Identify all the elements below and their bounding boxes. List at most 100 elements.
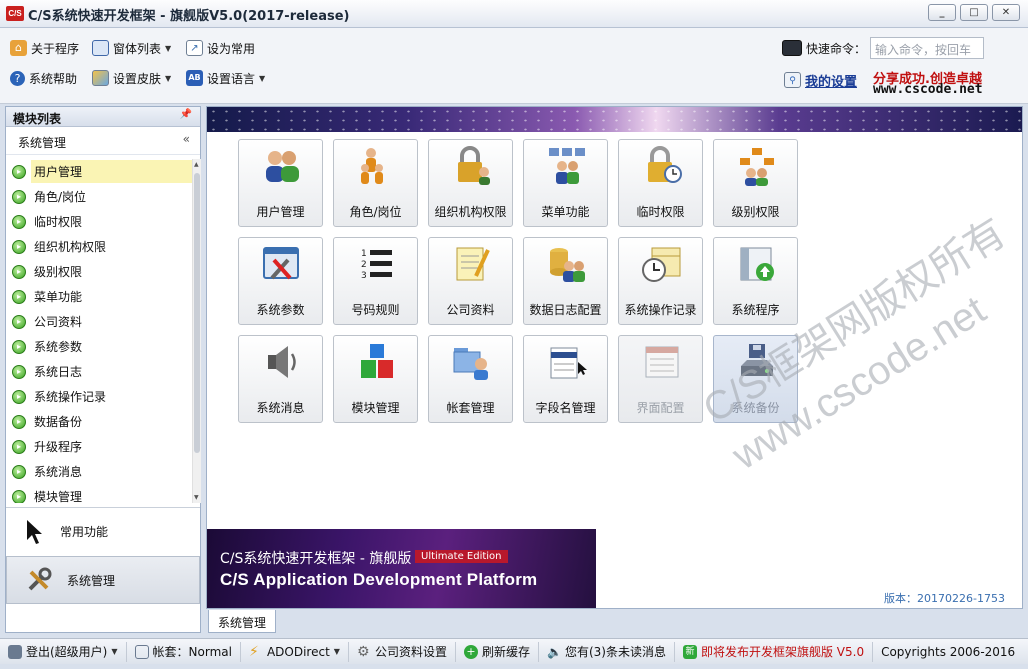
tile-org-permission[interactable]: 组织机构权限: [428, 139, 513, 227]
language-button[interactable]: AB 设置语言 ▼: [186, 68, 265, 88]
scroll-down-icon[interactable]: ▼: [194, 494, 199, 501]
header-banner-image: [207, 107, 1022, 132]
sidebar-list: ▸ 用户管理 ▸ 角色/岗位 ▸ 临时权限 ▸ 组织机构权限 ▸ 级别权限 ▸ 菜单功能 ▸…: [6, 159, 192, 503]
sidebar-item-backup[interactable]: ▸ 数据备份: [6, 409, 192, 434]
tile-label: 界面配置: [636, 401, 685, 415]
tile-role[interactable]: 角色/岗位: [333, 139, 418, 227]
tile-module-management[interactable]: 模块管理: [333, 335, 418, 423]
status-company-settings[interactable]: ⚙ 公司资料设置: [349, 641, 456, 662]
tile-label: 公司资料: [446, 303, 495, 317]
sidebar-item-modules[interactable]: ▸ 模块管理: [6, 484, 192, 503]
tile-menu[interactable]: 菜单功能: [523, 139, 608, 227]
close-button[interactable]: ✕: [992, 4, 1020, 21]
sidebar-item-label: 系统操作记录: [34, 390, 107, 404]
console-icon: [782, 40, 802, 56]
nav-system-management[interactable]: 系统管理: [6, 556, 200, 604]
sidebar-group[interactable]: 系统管理 «: [6, 127, 200, 155]
plus-icon: +: [463, 644, 478, 659]
sidebar-item-company[interactable]: ▸ 公司资料: [6, 309, 192, 334]
tile-user-management[interactable]: 用户管理: [238, 139, 323, 227]
status-company-label: 公司资料设置: [374, 645, 447, 659]
users-icon: [266, 151, 299, 182]
nav-common-functions[interactable]: 常用功能: [6, 507, 200, 555]
tile-label: 组织机构权限: [434, 205, 507, 219]
tile-label: 系统参数: [256, 303, 305, 317]
window-list-button[interactable]: 窗体列表 ▼: [92, 38, 171, 58]
tile-field-names[interactable]: 字段名管理: [523, 335, 608, 423]
arrow-right-icon: ▸: [12, 339, 26, 354]
help-icon: ?: [10, 70, 25, 86]
sidebar-item-upgrade[interactable]: ▸ 升级程序: [6, 434, 192, 459]
tile-operation-log[interactable]: 系统操作记录: [618, 237, 703, 325]
tile-company-info[interactable]: 公司资料: [428, 237, 513, 325]
skin-button[interactable]: 设置皮肤 ▼: [92, 68, 171, 88]
gear-icon: ⚙: [356, 643, 370, 660]
tile-data-log-config[interactable]: 数据日志配置: [523, 237, 608, 325]
arrow-right-icon: ▸: [12, 364, 26, 379]
quick-command: 快速命令： 输入命令，按回车: [782, 37, 985, 59]
quick-command-input[interactable]: 输入命令，按回车: [870, 37, 985, 59]
chevron-down-icon: ▼: [259, 73, 266, 83]
tile-level-permission[interactable]: 级别权限: [713, 139, 798, 227]
tile-label: 号码规则: [351, 303, 400, 317]
sidebar-scrollbar[interactable]: ▲ ▼: [192, 159, 201, 503]
toolbar: ⌂ 关于程序 窗体列表 ▼ ↗ 设为常用 ? 系统帮助 设置皮肤 ▼ AB 设置…: [0, 28, 1028, 104]
level-icon: [740, 148, 774, 186]
tab-system-management[interactable]: 系统管理: [208, 610, 277, 633]
sidebar-item-operation-log[interactable]: ▸ 系统操作记录: [6, 384, 192, 409]
product-banner: C/S系统快速开发框架 - 旗舰版 Ultimate Edition C/S A…: [207, 529, 596, 608]
pin-icon[interactable]: 📌: [180, 109, 192, 120]
sidebar-item-label: 升级程序: [34, 440, 83, 454]
sidebar-item-log[interactable]: ▸ 系统日志: [6, 359, 192, 384]
set-common-button[interactable]: ↗ 设为常用: [186, 38, 255, 58]
status-bar: 登出(超级用户) ▼ 帐套：Normal ⚡ ADODirect ▼ ⚙ 公司资…: [0, 638, 1028, 664]
tile-label: 系统消息: [256, 401, 305, 415]
tile-label: 字段名管理: [535, 401, 596, 415]
sidebar-item-temp-permission[interactable]: ▸ 临时权限: [6, 209, 192, 234]
status-logout[interactable]: 登出(超级用户) ▼: [0, 641, 127, 662]
tile-system-params[interactable]: 系统参数: [238, 237, 323, 325]
language-icon: AB: [186, 70, 203, 86]
nav-common-label: 常用功能: [60, 525, 109, 539]
sidebar-item-org-permission[interactable]: ▸ 组织机构权限: [6, 234, 192, 259]
quick-command-label: 快速命令：: [806, 41, 867, 56]
tile-label: 模块管理: [351, 401, 400, 415]
collapse-icon[interactable]: «: [183, 132, 190, 146]
tile-account-sets[interactable]: 帐套管理: [428, 335, 513, 423]
status-release-notice[interactable]: 新 即将发布开发框架旗舰版 V5.0: [675, 641, 874, 662]
banner-en-title: C/S Application Development Platform: [220, 570, 538, 589]
tile-system-program[interactable]: 系统程序: [713, 237, 798, 325]
sidebar-item-menu[interactable]: ▸ 菜单功能: [6, 284, 192, 309]
numbered-list-icon: 123: [361, 249, 392, 281]
arrow-right-icon: ▸: [12, 439, 26, 454]
arrow-right-icon: ▸: [12, 389, 26, 404]
tile-temp-permission[interactable]: 临时权限: [618, 139, 703, 227]
help-button[interactable]: ? 系统帮助: [10, 68, 77, 88]
svg-text:1: 1: [361, 249, 367, 259]
scroll-up-icon[interactable]: ▲: [194, 161, 199, 168]
tile-system-messages[interactable]: 系统消息: [238, 335, 323, 423]
tile-label: 用户管理: [256, 205, 305, 219]
calendar-clock-icon: [642, 247, 681, 282]
upgrade-icon: [740, 247, 774, 281]
sidebar-item-messages[interactable]: ▸ 系统消息: [6, 459, 192, 484]
sidebar-item-user-management[interactable]: ▸ 用户管理: [6, 159, 192, 184]
sidebar-item-role[interactable]: ▸ 角色/岗位: [6, 184, 192, 209]
scrollbar-thumb[interactable]: [194, 173, 200, 453]
tile-ui-config[interactable]: 界面配置: [618, 335, 703, 423]
maximize-button[interactable]: □: [960, 4, 988, 21]
notepad-icon: [456, 247, 490, 281]
status-copyright: Copyrights 2006-2016: [873, 642, 1023, 662]
sidebar-item-params[interactable]: ▸ 系统参数: [6, 334, 192, 359]
status-messages[interactable]: 🔈 您有(3)条未读消息: [539, 641, 675, 662]
my-settings-link[interactable]: ⚲ 我的设置: [784, 70, 857, 90]
minimize-button[interactable]: _: [928, 4, 956, 21]
sidebar-title: 模块列表: [13, 112, 62, 126]
nav-mgmt-label: 系统管理: [67, 573, 116, 588]
tile-number-rules[interactable]: 123 号码规则: [333, 237, 418, 325]
status-ado[interactable]: ⚡ ADODirect ▼: [241, 641, 349, 662]
about-button[interactable]: ⌂ 关于程序: [10, 38, 79, 58]
status-refresh-cache[interactable]: + 刷新缓存: [456, 641, 539, 662]
sidebar-item-level-permission[interactable]: ▸ 级别权限: [6, 259, 192, 284]
fields-icon: [550, 347, 587, 379]
